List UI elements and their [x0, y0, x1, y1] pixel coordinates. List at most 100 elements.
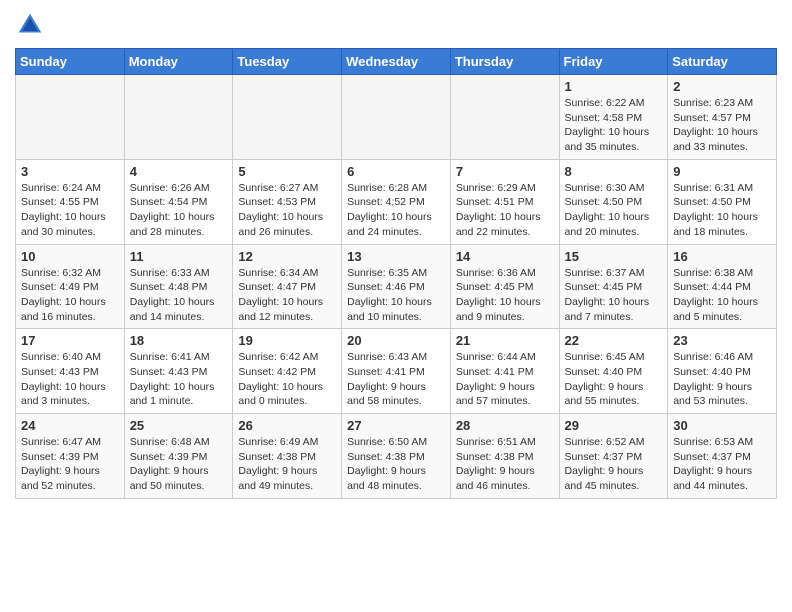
day-number: 13: [347, 249, 445, 264]
day-info: Sunrise: 6:48 AM Sunset: 4:39 PM Dayligh…: [130, 435, 228, 494]
day-info: Sunrise: 6:47 AM Sunset: 4:39 PM Dayligh…: [21, 435, 119, 494]
day-number: 2: [673, 79, 771, 94]
calendar-cell: 17Sunrise: 6:40 AM Sunset: 4:43 PM Dayli…: [16, 329, 125, 414]
day-of-week-header: Wednesday: [342, 49, 451, 75]
calendar-header: SundayMondayTuesdayWednesdayThursdayFrid…: [16, 49, 777, 75]
calendar-cell: [450, 75, 559, 160]
day-number: 8: [565, 164, 663, 179]
day-number: 24: [21, 418, 119, 433]
calendar-cell: 8 Sunrise: 6:30 AM Sunset: 4:50 PM Daylig…: [559, 159, 668, 244]
day-info: Sunrise: 6:34 AM Sunset: 4:47 PM Dayligh…: [238, 266, 336, 325]
header-row: SundayMondayTuesdayWednesdayThursdayFrid…: [16, 49, 777, 75]
header: [15, 10, 777, 40]
calendar-cell: 14 Sunrise: 6:36 AM Sunset: 4:45 PM Dayli…: [450, 244, 559, 329]
day-info: Sunrise: 6:37 AM Sunset: 4:45 PM Dayligh…: [565, 266, 663, 325]
day-number: 3: [21, 164, 119, 179]
calendar-cell: 21Sunrise: 6:44 AM Sunset: 4:41 PM Dayli…: [450, 329, 559, 414]
day-info: Sunrise: 6:43 AM Sunset: 4:41 PM Dayligh…: [347, 350, 445, 409]
day-of-week-header: Thursday: [450, 49, 559, 75]
calendar-cell: 18 Sunrise: 6:41 AM Sunset: 4:43 PM Dayli…: [124, 329, 233, 414]
day-number: 6: [347, 164, 445, 179]
calendar-cell: 3 Sunrise: 6:24 AM Sunset: 4:55 PM Daylig…: [16, 159, 125, 244]
calendar-cell: 26 Sunrise: 6:49 AM Sunset: 4:38 PM Dayli…: [233, 414, 342, 499]
day-number: 25: [130, 418, 228, 433]
day-number: 9: [673, 164, 771, 179]
calendar-cell: 9 Sunrise: 6:31 AM Sunset: 4:50 PM Daylig…: [668, 159, 777, 244]
calendar-cell: 28 Sunrise: 6:51 AM Sunset: 4:38 PM Dayli…: [450, 414, 559, 499]
day-number: 15: [565, 249, 663, 264]
calendar-week-row: 10Sunrise: 6:32 AM Sunset: 4:49 PM Dayli…: [16, 244, 777, 329]
logo: [15, 10, 49, 40]
calendar-cell: [124, 75, 233, 160]
day-info: Sunrise: 6:22 AM Sunset: 4:58 PM Dayligh…: [565, 96, 663, 155]
calendar-week-row: 3 Sunrise: 6:24 AM Sunset: 4:55 PM Daylig…: [16, 159, 777, 244]
day-info: Sunrise: 6:52 AM Sunset: 4:37 PM Dayligh…: [565, 435, 663, 494]
calendar-week-row: 24 Sunrise: 6:47 AM Sunset: 4:39 PM Dayli…: [16, 414, 777, 499]
calendar-cell: 4 Sunrise: 6:26 AM Sunset: 4:54 PM Daylig…: [124, 159, 233, 244]
calendar-cell: 1 Sunrise: 6:22 AM Sunset: 4:58 PM Daylig…: [559, 75, 668, 160]
calendar-cell: 30 Sunrise: 6:53 AM Sunset: 4:37 PM Dayli…: [668, 414, 777, 499]
day-info: Sunrise: 6:51 AM Sunset: 4:38 PM Dayligh…: [456, 435, 554, 494]
day-of-week-header: Friday: [559, 49, 668, 75]
day-info: Sunrise: 6:31 AM Sunset: 4:50 PM Dayligh…: [673, 181, 771, 240]
day-number: 10: [21, 249, 119, 264]
calendar-cell: 5 Sunrise: 6:27 AM Sunset: 4:53 PM Daylig…: [233, 159, 342, 244]
day-info: Sunrise: 6:30 AM Sunset: 4:50 PM Dayligh…: [565, 181, 663, 240]
day-info: Sunrise: 6:38 AM Sunset: 4:44 PM Dayligh…: [673, 266, 771, 325]
day-number: 1: [565, 79, 663, 94]
day-info: Sunrise: 6:45 AM Sunset: 4:40 PM Dayligh…: [565, 350, 663, 409]
day-number: 16: [673, 249, 771, 264]
calendar-cell: 2 Sunrise: 6:23 AM Sunset: 4:57 PM Daylig…: [668, 75, 777, 160]
day-number: 21: [456, 333, 554, 348]
page: SundayMondayTuesdayWednesdayThursdayFrid…: [0, 0, 792, 509]
day-number: 5: [238, 164, 336, 179]
calendar-week-row: 17Sunrise: 6:40 AM Sunset: 4:43 PM Dayli…: [16, 329, 777, 414]
day-info: Sunrise: 6:24 AM Sunset: 4:55 PM Dayligh…: [21, 181, 119, 240]
day-of-week-header: Monday: [124, 49, 233, 75]
calendar-body: 1 Sunrise: 6:22 AM Sunset: 4:58 PM Daylig…: [16, 75, 777, 499]
calendar-cell: 12 Sunrise: 6:34 AM Sunset: 4:47 PM Dayli…: [233, 244, 342, 329]
calendar-cell: 11 Sunrise: 6:33 AM Sunset: 4:48 PM Dayli…: [124, 244, 233, 329]
day-info: Sunrise: 6:41 AM Sunset: 4:43 PM Dayligh…: [130, 350, 228, 409]
calendar-cell: 29 Sunrise: 6:52 AM Sunset: 4:37 PM Dayli…: [559, 414, 668, 499]
day-number: 4: [130, 164, 228, 179]
day-number: 29: [565, 418, 663, 433]
day-info: Sunrise: 6:33 AM Sunset: 4:48 PM Dayligh…: [130, 266, 228, 325]
day-info: Sunrise: 6:36 AM Sunset: 4:45 PM Dayligh…: [456, 266, 554, 325]
day-info: Sunrise: 6:50 AM Sunset: 4:38 PM Dayligh…: [347, 435, 445, 494]
calendar-cell: [342, 75, 451, 160]
day-number: 20: [347, 333, 445, 348]
day-number: 30: [673, 418, 771, 433]
day-of-week-header: Sunday: [16, 49, 125, 75]
calendar-cell: 24 Sunrise: 6:47 AM Sunset: 4:39 PM Dayli…: [16, 414, 125, 499]
day-number: 11: [130, 249, 228, 264]
day-number: 17: [21, 333, 119, 348]
calendar-cell: 15 Sunrise: 6:37 AM Sunset: 4:45 PM Dayli…: [559, 244, 668, 329]
day-info: Sunrise: 6:35 AM Sunset: 4:46 PM Dayligh…: [347, 266, 445, 325]
day-number: 28: [456, 418, 554, 433]
day-info: Sunrise: 6:46 AM Sunset: 4:40 PM Dayligh…: [673, 350, 771, 409]
calendar-cell: 10Sunrise: 6:32 AM Sunset: 4:49 PM Dayli…: [16, 244, 125, 329]
calendar-cell: 27 Sunrise: 6:50 AM Sunset: 4:38 PM Dayli…: [342, 414, 451, 499]
day-number: 12: [238, 249, 336, 264]
calendar-cell: 20 Sunrise: 6:43 AM Sunset: 4:41 PM Dayli…: [342, 329, 451, 414]
calendar-week-row: 1 Sunrise: 6:22 AM Sunset: 4:58 PM Daylig…: [16, 75, 777, 160]
day-number: 27: [347, 418, 445, 433]
logo-icon: [15, 10, 45, 40]
day-info: Sunrise: 6:26 AM Sunset: 4:54 PM Dayligh…: [130, 181, 228, 240]
day-number: 26: [238, 418, 336, 433]
calendar-cell: 19Sunrise: 6:42 AM Sunset: 4:42 PM Dayli…: [233, 329, 342, 414]
day-info: Sunrise: 6:53 AM Sunset: 4:37 PM Dayligh…: [673, 435, 771, 494]
day-info: Sunrise: 6:29 AM Sunset: 4:51 PM Dayligh…: [456, 181, 554, 240]
calendar-table: SundayMondayTuesdayWednesdayThursdayFrid…: [15, 48, 777, 499]
day-info: Sunrise: 6:49 AM Sunset: 4:38 PM Dayligh…: [238, 435, 336, 494]
day-number: 7: [456, 164, 554, 179]
day-info: Sunrise: 6:27 AM Sunset: 4:53 PM Dayligh…: [238, 181, 336, 240]
calendar-cell: 25 Sunrise: 6:48 AM Sunset: 4:39 PM Dayli…: [124, 414, 233, 499]
calendar-cell: 16 Sunrise: 6:38 AM Sunset: 4:44 PM Dayli…: [668, 244, 777, 329]
calendar-cell: 13 Sunrise: 6:35 AM Sunset: 4:46 PM Dayli…: [342, 244, 451, 329]
day-number: 23: [673, 333, 771, 348]
day-info: Sunrise: 6:23 AM Sunset: 4:57 PM Dayligh…: [673, 96, 771, 155]
day-number: 18: [130, 333, 228, 348]
day-number: 14: [456, 249, 554, 264]
